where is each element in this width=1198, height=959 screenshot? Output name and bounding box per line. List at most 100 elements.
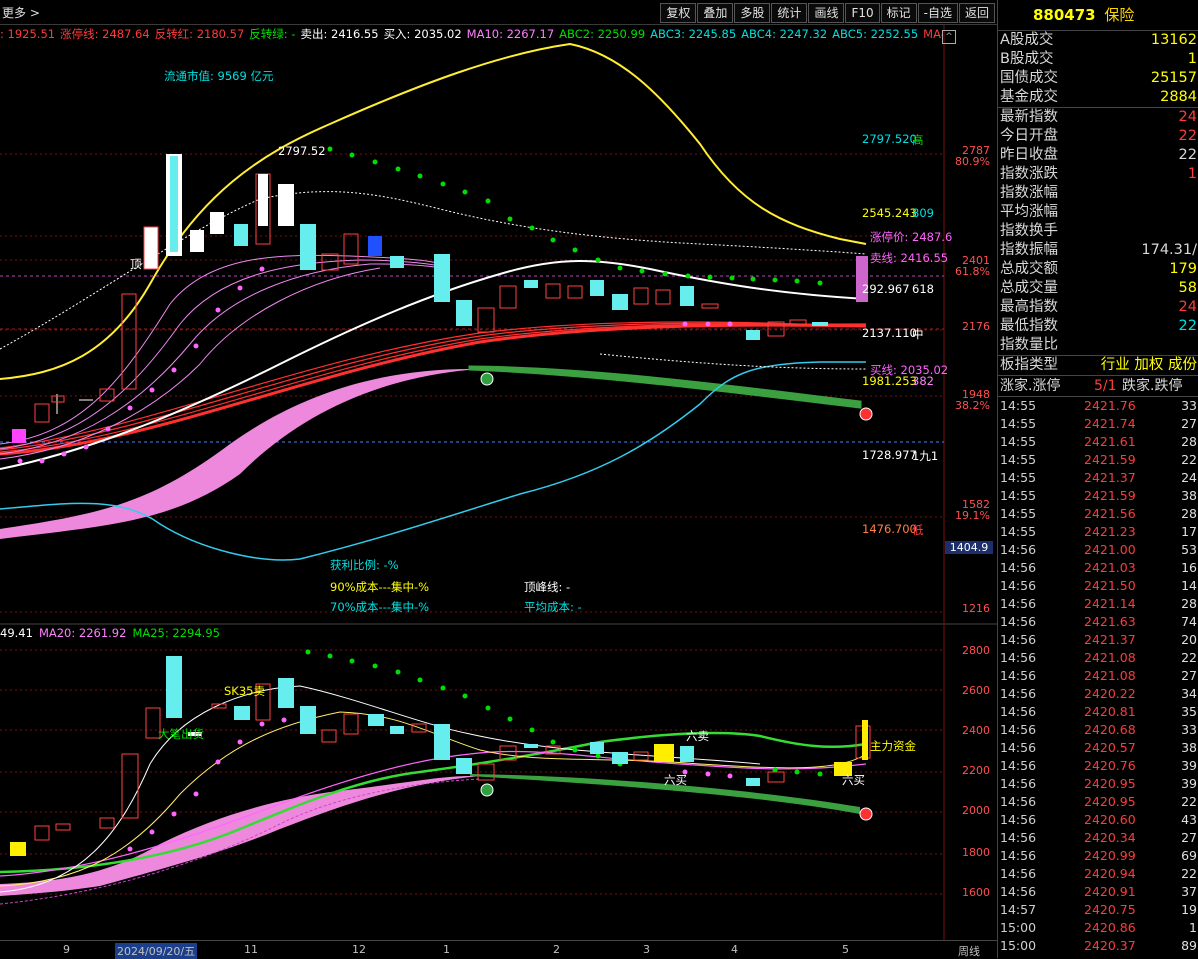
axis-tick-label: 1800 xyxy=(962,846,990,859)
tick-time: 14:56 xyxy=(1000,542,1037,557)
price-level-value: 2797.520 xyxy=(862,132,917,146)
chevron-up-icon[interactable]: ^ xyxy=(942,30,956,44)
tick-row: 14:56 2420.99 69 xyxy=(998,847,1198,865)
toolbar-button-tongji[interactable]: 统计 xyxy=(771,3,808,23)
time-axis-label[interactable]: 周线 xyxy=(958,943,980,959)
row-key: 总成交量 xyxy=(1000,280,1058,296)
tick-time: 14:55 xyxy=(1000,398,1037,413)
lower-indicator-legend: 49.41 MA20: 2261.92 MA25: 2294.95 xyxy=(0,626,226,640)
board-type-row: 板指类型 行业 加权 成份 xyxy=(998,355,1198,375)
tick-volume: 19 xyxy=(1181,902,1197,917)
toolbar-button-duogu[interactable]: 多股 xyxy=(734,3,771,23)
row-value: 1 xyxy=(1187,166,1197,182)
row-value: 22 xyxy=(1178,128,1197,144)
tick-volume: 38 xyxy=(1181,488,1197,503)
tick-row: 14:55 2421.61 28 xyxy=(998,433,1198,451)
time-axis-label: 11 xyxy=(244,943,258,956)
row-key: 最高指数 xyxy=(1000,299,1058,315)
price-level-tag: 中 xyxy=(912,327,924,341)
tick-row: 14:55 2421.59 22 xyxy=(998,451,1198,469)
sk35-sell-label: SK35卖 xyxy=(224,684,265,698)
tick-price: 2421.08 xyxy=(1084,668,1136,683)
cost70-label: 70%成本---集中-% xyxy=(330,600,430,614)
price-level-tag: 高 xyxy=(912,133,924,147)
tick-time: 14:56 xyxy=(1000,596,1037,611)
tick-volume: 33 xyxy=(1181,722,1197,737)
toolbar-button-zixuan[interactable]: -自选 xyxy=(917,3,958,23)
indicator-value: ABC3: 2245.85 xyxy=(650,27,737,41)
row-key: 最低指数 xyxy=(1000,318,1058,334)
indicator-value: ABC4: 2247.32 xyxy=(741,27,828,41)
quote-header[interactable]: 880473 保险 xyxy=(998,0,1198,31)
price-level-tag: 低 xyxy=(912,523,924,537)
row-value: 22 xyxy=(1178,147,1197,163)
index-row: 总成交量 58 xyxy=(998,279,1198,298)
tick-list[interactable]: 14:55 2421.76 33 14:55 2421.74 27 14:55 2421.61… xyxy=(998,397,1198,955)
tick-volume: 53 xyxy=(1181,542,1197,557)
lower-indicator-value: MA20: 2261.92 xyxy=(38,626,127,640)
price-level-tag: 382 xyxy=(912,374,934,388)
tick-volume: 39 xyxy=(1181,758,1197,773)
tick-volume: 1 xyxy=(1189,920,1197,935)
tick-time: 14:56 xyxy=(1000,560,1037,575)
row-value: 179 xyxy=(1169,261,1197,277)
tick-volume: 22 xyxy=(1181,866,1197,881)
indicator-value: 涨停线: 2487.64 xyxy=(60,27,150,41)
tick-volume: 35 xyxy=(1181,704,1197,719)
tick-price: 2421.61 xyxy=(1084,434,1136,449)
tick-price: 2420.86 xyxy=(1084,920,1136,935)
row-key: 今日开盘 xyxy=(1000,128,1058,144)
price-level-value: 1728.977 xyxy=(862,448,917,462)
limit-price-label: 涨停价: 2487.6 xyxy=(870,230,953,244)
axis-pct-label: 80.9% xyxy=(955,155,990,168)
row-key: 指数涨跌 xyxy=(1000,166,1058,182)
toolbar-button-diejia[interactable]: 叠加 xyxy=(697,3,734,23)
tick-price: 2420.95 xyxy=(1084,794,1136,809)
index-row: 昨日收盘 22 xyxy=(998,146,1198,165)
tick-volume: 14 xyxy=(1181,578,1197,593)
index-row: 指数换手 xyxy=(998,222,1198,241)
toolbar-button-fuquan[interactable]: 复权 xyxy=(660,3,697,23)
up-limit-key: 涨家.涨停 xyxy=(1000,378,1061,394)
tick-row: 14:56 2420.95 22 xyxy=(998,793,1198,811)
tick-price: 2420.76 xyxy=(1084,758,1136,773)
time-axis-label: 9 xyxy=(63,943,70,956)
axis-tick-label: 2400 xyxy=(962,724,990,737)
time-axis-label: 5 xyxy=(842,943,849,956)
index-name: 保险 xyxy=(1104,6,1135,24)
axis-pct-label: 19.1% xyxy=(955,509,990,522)
up-limit-value: 5/1 xyxy=(1094,378,1117,394)
board-type-value[interactable]: 行业 加权 成份 xyxy=(1101,356,1197,375)
indicator-value: MA10: 2267.17 xyxy=(466,27,555,41)
tick-price: 2420.60 xyxy=(1084,812,1136,827)
tick-volume: 27 xyxy=(1181,668,1197,683)
tick-volume: 24 xyxy=(1181,470,1197,485)
volume-row: 国债成交 25157 xyxy=(998,69,1198,88)
tick-volume: 27 xyxy=(1181,416,1197,431)
tick-price: 2420.22 xyxy=(1084,686,1136,701)
price-level-tag: 809 xyxy=(912,206,934,220)
tick-time: 14:56 xyxy=(1000,578,1037,593)
toolbar-button-huaxian[interactable]: 画线 xyxy=(808,3,845,23)
axis-tick-label: 2200 xyxy=(962,764,990,777)
tick-row: 14:56 2421.08 27 xyxy=(998,667,1198,685)
toolbar-button-fanhui[interactable]: 返回 xyxy=(958,3,995,23)
time-axis-label: 1 xyxy=(443,943,450,956)
tick-row: 14:56 2420.60 43 xyxy=(998,811,1198,829)
time-axis-label: 2 xyxy=(553,943,560,956)
tick-time: 14:56 xyxy=(1000,848,1037,863)
kline-chart[interactable] xyxy=(0,24,997,940)
tick-row: 15:00 2420.86 1 xyxy=(998,919,1198,937)
tick-price: 2421.37 xyxy=(1084,632,1136,647)
quote-panel: 880473 保险 A股成交 13162 B股成交 1 国债成交 25157 基金成交 288… xyxy=(997,0,1198,958)
tick-price: 2421.50 xyxy=(1084,578,1136,593)
tick-time: 15:00 xyxy=(1000,938,1037,953)
tick-row: 14:55 2421.23 17 xyxy=(998,523,1198,541)
tick-volume: 20 xyxy=(1181,632,1197,647)
tick-row: 14:56 2420.34 27 xyxy=(998,829,1198,847)
toolbar-button-f10[interactable]: F10 xyxy=(845,3,880,23)
tick-price: 2421.59 xyxy=(1084,452,1136,467)
lower-indicator-value: 49.41 xyxy=(0,626,33,640)
breadcrumb[interactable]: 更多 > xyxy=(2,4,40,21)
toolbar-button-biaoji[interactable]: 标记 xyxy=(880,3,917,23)
